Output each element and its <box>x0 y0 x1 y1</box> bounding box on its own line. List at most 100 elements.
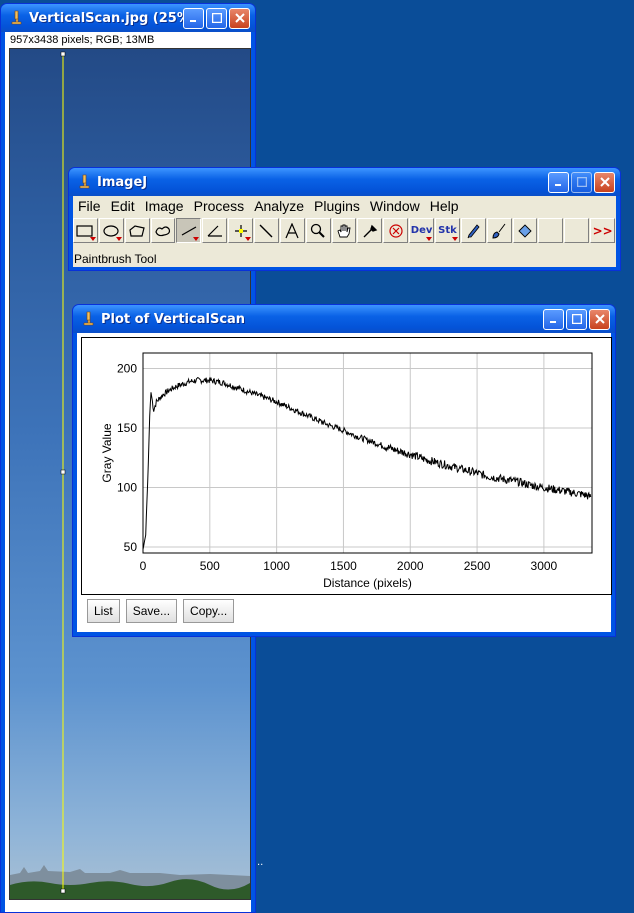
stop-icon <box>389 223 403 238</box>
hand-icon <box>337 224 351 237</box>
x-tick-label: 0 <box>140 559 147 573</box>
angle-icon <box>207 225 222 237</box>
magnifier-icon <box>311 223 325 238</box>
more-tools-label: >> <box>592 223 613 238</box>
maximize-icon <box>576 177 587 187</box>
text-tool[interactable] <box>279 218 305 243</box>
more-tools-button[interactable]: >> <box>590 218 616 243</box>
stop-tool[interactable] <box>383 218 409 243</box>
copy-button[interactable]: Copy... <box>183 599 235 623</box>
close-button[interactable] <box>594 171 615 193</box>
menu-plugins[interactable]: Plugins <box>309 198 365 214</box>
maximize-icon <box>211 13 222 23</box>
x-tick-label: 1000 <box>263 559 290 573</box>
text-icon <box>285 222 299 238</box>
minimize-icon <box>189 20 196 22</box>
crosshair-icon <box>234 224 247 237</box>
y-tick-label: 50 <box>124 540 138 554</box>
pencil-tool[interactable] <box>460 218 486 243</box>
wand-icon <box>259 224 273 237</box>
plot-body: 0 500 1000 1500 2000 2500 3000 50 100 150 200 Dista… <box>77 333 612 632</box>
x-tick-label: 3000 <box>531 559 558 573</box>
stk-menu-tool[interactable]: Stk <box>435 218 460 243</box>
image-window-title: VerticalScan.jpg (25%) <box>29 10 183 26</box>
stk-label: Stk <box>438 225 457 236</box>
tool-bar: Dev Stk >> <box>73 218 616 246</box>
point-tool[interactable] <box>228 218 254 243</box>
y-tick-label: 150 <box>117 421 137 435</box>
paintbrush-tool[interactable] <box>486 218 512 243</box>
plot-area-border <box>142 352 593 554</box>
menu-edit[interactable]: Edit <box>106 198 140 214</box>
polygon-icon <box>129 224 145 237</box>
minimize-icon <box>554 184 561 186</box>
imagej-body: File Edit Image Process Analyze Plugins … <box>73 196 616 267</box>
x-tick-label: 2000 <box>397 559 424 573</box>
maximize-button[interactable] <box>206 7 227 29</box>
save-button[interactable]: Save... <box>125 599 178 623</box>
color-picker-tool[interactable] <box>357 218 383 243</box>
plot-titlebar[interactable]: Plot of VerticalScan <box>73 305 615 333</box>
flood-fill-tool[interactable] <box>512 218 538 243</box>
oval-tool[interactable] <box>98 218 124 243</box>
y-tick-label: 100 <box>117 481 137 495</box>
magnifier-tool[interactable] <box>305 218 331 243</box>
close-icon <box>234 13 245 23</box>
freehand-icon <box>155 225 171 236</box>
image-window-titlebar[interactable]: VerticalScan.jpg (25%) <box>1 4 255 32</box>
menu-file[interactable]: File <box>73 198 106 214</box>
x-tick-label: 1500 <box>330 559 357 573</box>
oval-icon <box>103 224 119 237</box>
menu-help[interactable]: Help <box>425 198 464 214</box>
dropper-icon <box>363 224 378 237</box>
microscope-icon <box>83 311 94 326</box>
dev-label: Dev <box>410 225 433 236</box>
profile-plot[interactable]: 0 500 1000 1500 2000 2500 3000 50 100 150 200 Dista… <box>82 338 611 594</box>
menu-image[interactable]: Image <box>140 198 189 214</box>
hand-tool[interactable] <box>331 218 357 243</box>
polygon-tool[interactable] <box>124 218 150 243</box>
maximize-icon <box>571 314 582 324</box>
rectangle-tool[interactable] <box>73 218 98 243</box>
x-axis-label: Distance (pixels) <box>323 576 412 590</box>
imagej-title: ImageJ <box>97 174 148 190</box>
close-button[interactable] <box>589 308 610 330</box>
wand-tool[interactable] <box>254 218 279 243</box>
menu-window[interactable]: Window <box>365 198 425 214</box>
angle-tool[interactable] <box>202 218 228 243</box>
menu-process[interactable]: Process <box>189 198 250 214</box>
paintbrush-icon <box>492 223 506 239</box>
x-tick-label: 500 <box>200 559 220 573</box>
maximize-button[interactable] <box>571 171 592 193</box>
plot-window[interactable]: Plot of VerticalScan 0 500 1000 1500 2000 250… <box>72 304 616 637</box>
pencil-icon <box>467 223 480 238</box>
x-tick-label: 2500 <box>464 559 491 573</box>
imagej-window[interactable]: ImageJ File Edit Image Process Analyze P… <box>68 167 621 271</box>
minimize-button[interactable] <box>543 308 564 330</box>
freehand-tool[interactable] <box>150 218 176 243</box>
dev-menu-tool[interactable]: Dev <box>409 218 435 243</box>
plot-frame: 0 500 1000 1500 2000 2500 3000 50 100 150 200 Dista… <box>81 337 612 595</box>
microscope-icon <box>79 174 90 189</box>
y-tick-label: 200 <box>117 361 137 375</box>
microscope-icon <box>11 10 22 25</box>
minimize-button[interactable] <box>183 7 204 29</box>
line-icon <box>181 225 197 236</box>
blank-tool-2[interactable] <box>564 218 590 243</box>
rectangle-icon <box>76 224 94 237</box>
imagej-titlebar[interactable]: ImageJ <box>69 168 620 196</box>
image-info: 957x3438 pixels; RGB; 13MB <box>10 34 155 46</box>
maximize-button[interactable] <box>566 308 587 330</box>
plot-title: Plot of VerticalScan <box>101 311 246 327</box>
close-button[interactable] <box>229 7 250 29</box>
menu-bar: File Edit Image Process Analyze Plugins … <box>73 196 616 216</box>
blank-tool-1[interactable] <box>538 218 564 243</box>
status-bar: Paintbrush Tool <box>74 252 157 266</box>
line-tool[interactable] <box>176 218 202 243</box>
minimize-button[interactable] <box>548 171 569 193</box>
bucket-icon <box>518 223 532 238</box>
menu-analyze[interactable]: Analyze <box>249 198 309 214</box>
plot-buttons: List Save... Copy... <box>87 599 235 623</box>
list-button[interactable]: List <box>87 599 120 623</box>
minimize-icon <box>549 321 556 323</box>
